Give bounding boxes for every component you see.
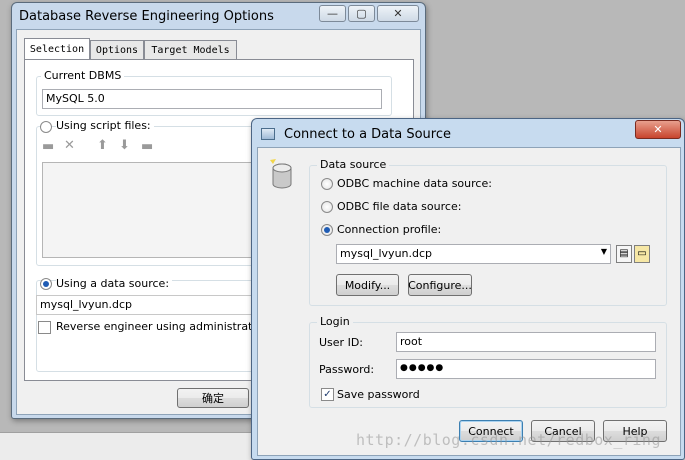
admin-checkbox-label[interactable]: Reverse engineer using administrator's p (56, 320, 283, 333)
database-icon (270, 159, 292, 189)
add-file-icon[interactable]: ▬ (42, 139, 54, 154)
current-dbms-field: MySQL 5.0 (42, 89, 382, 109)
current-dbms-label: Current DBMS (41, 69, 125, 82)
user-id-label: User ID: (319, 336, 363, 349)
dialog-close-button[interactable]: ✕ (635, 120, 681, 139)
password-label: Password: (319, 363, 375, 376)
close-button[interactable]: ✕ (377, 5, 419, 22)
minimize-button[interactable]: — (319, 5, 346, 22)
password-input[interactable]: ●●●●● (396, 359, 656, 379)
save-password-checkbox[interactable]: ✓ (321, 388, 334, 401)
login-group-label: Login (317, 315, 353, 328)
tab-selection[interactable]: Selection (24, 38, 90, 60)
modify-button[interactable]: Modify... (336, 274, 399, 296)
script-files-label[interactable]: Using script files: (56, 119, 154, 132)
data-source-label[interactable]: Using a data source: (56, 277, 173, 290)
connection-profile-label[interactable]: Connection profile: (337, 223, 441, 236)
connection-profile-select[interactable]: mysql_lvyun.dcp ▼ (336, 244, 611, 264)
connect-data-source-dialog: Connect to a Data Source ✕ Data source O… (251, 118, 685, 460)
delete-icon[interactable]: ✕ (64, 138, 75, 153)
connection-profile-value: mysql_lvyun.dcp (340, 247, 433, 260)
connection-profile-radio[interactable] (321, 224, 333, 236)
window-title: Database Reverse Engineering Options (19, 9, 274, 24)
dialog-title: Connect to a Data Source (284, 127, 451, 142)
configure-button[interactable]: Configure... (408, 274, 472, 296)
admin-checkbox[interactable] (38, 321, 51, 334)
dropdown-arrow-icon[interactable]: ▼ (601, 247, 607, 256)
ok-button[interactable]: 确定 (177, 388, 249, 408)
move-up-icon[interactable]: ⬆ (97, 138, 108, 153)
properties-icon[interactable]: ▬ (141, 139, 153, 154)
data-source-group-label: Data source (317, 158, 390, 171)
maximize-button[interactable]: ▢ (348, 5, 375, 22)
tab-options[interactable]: Options (90, 40, 144, 60)
dialog-app-icon (261, 128, 275, 140)
open-folder-icon[interactable]: ▭ (634, 245, 650, 263)
odbc-machine-label[interactable]: ODBC machine data source: (337, 177, 492, 190)
data-source-radio[interactable] (40, 278, 52, 290)
save-password-label[interactable]: Save password (337, 388, 420, 401)
odbc-file-label[interactable]: ODBC file data source: (337, 200, 461, 213)
odbc-machine-radio[interactable] (321, 178, 333, 190)
profile-properties-icon[interactable]: ▤ (616, 245, 632, 263)
move-down-icon[interactable]: ⬇ (119, 138, 130, 153)
tab-target-models[interactable]: Target Models (144, 40, 237, 60)
dialog-client-area: Data source ODBC machine data source: OD… (257, 147, 681, 456)
script-files-radio[interactable] (40, 121, 52, 133)
watermark-text: http://blog.csdn.net/redbox_ring (356, 431, 661, 449)
user-id-input[interactable]: root (396, 332, 656, 352)
odbc-file-radio[interactable] (321, 201, 333, 213)
